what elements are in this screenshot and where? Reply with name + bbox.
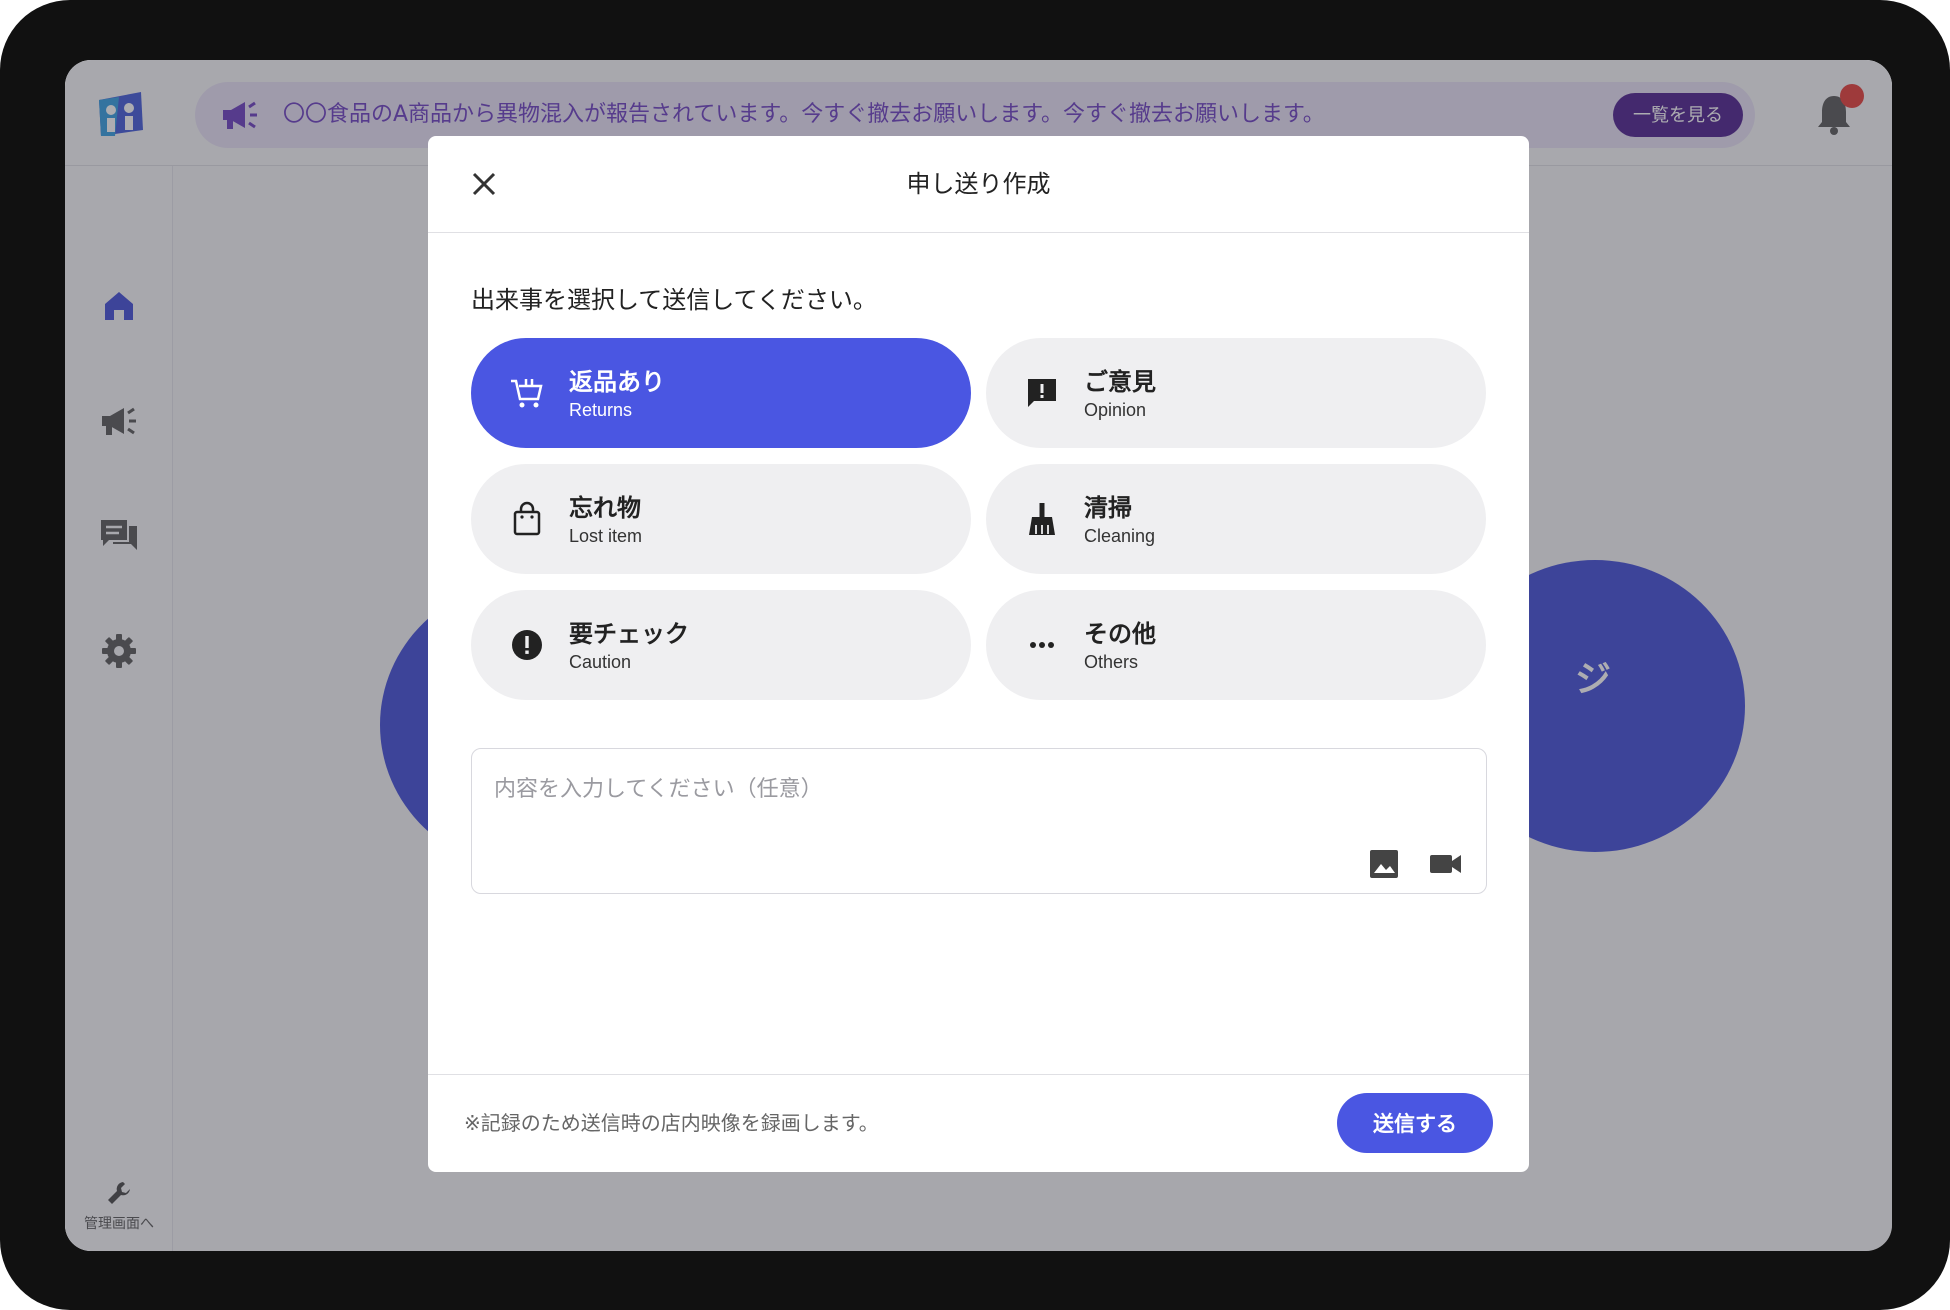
category-label-en: Lost item: [569, 526, 643, 546]
modal-header: 申し送り作成: [428, 136, 1529, 233]
category-label-en: Caution: [569, 652, 632, 672]
category-opinion[interactable]: ご意見 Opinion: [986, 338, 1486, 448]
category-label-jp: 清掃: [1084, 495, 1132, 522]
category-cleaning[interactable]: 清掃 Cleaning: [986, 464, 1486, 574]
category-label-jp: 忘れ物: [569, 495, 641, 522]
modal-footer: ※記録のため送信時の店内映像を録画します。 送信する: [428, 1074, 1529, 1172]
instruction-text: 出来事を選択して送信してください。: [471, 286, 877, 314]
attach-image-button[interactable]: [1367, 847, 1401, 881]
content-input[interactable]: [494, 771, 1394, 831]
category-label-jp: その他: [1084, 621, 1156, 648]
category-label-en: Returns: [569, 400, 633, 420]
category-caution[interactable]: 要チェック Caution: [471, 590, 971, 700]
close-icon: [472, 172, 496, 196]
category-returns[interactable]: 返品あり Returns: [471, 338, 971, 448]
feedback-icon: [1028, 379, 1056, 407]
category-label-en: Cleaning: [1084, 526, 1156, 546]
modal-title: 申し送り作成: [906, 170, 1051, 198]
bag-icon: [513, 501, 541, 536]
recording-notice: ※記録のため送信時の店内映像を録画します。: [464, 1111, 879, 1135]
category-label-jp: 返品あり: [569, 369, 665, 396]
category-label-jp: 要チェック: [569, 621, 689, 648]
content-input-box: [471, 748, 1487, 894]
device-frame: 〇〇食品のA商品から異物混入が報告されています。今すぐ撤去お願いします。今すぐ撤…: [0, 0, 1950, 1310]
category-label-en: Others: [1084, 652, 1139, 672]
video-camera-icon: [1430, 855, 1461, 873]
more-icon: [1030, 642, 1054, 648]
category-others[interactable]: その他 Others: [986, 590, 1486, 700]
alert-icon: [512, 630, 542, 660]
send-button[interactable]: 送信する: [1337, 1093, 1493, 1153]
image-icon: [1370, 850, 1398, 878]
attach-video-button[interactable]: [1428, 847, 1464, 881]
broom-icon: [1029, 503, 1055, 535]
category-label-en: Opinion: [1084, 400, 1147, 420]
close-button[interactable]: [466, 166, 502, 202]
cart-icon: [511, 379, 543, 408]
category-lost-item[interactable]: 忘れ物 Lost item: [471, 464, 971, 574]
handover-modal: 申し送り作成 出来事を選択して送信してください。 返品あり Returns ご意…: [428, 136, 1529, 1172]
category-label-jp: ご意見: [1084, 369, 1156, 396]
